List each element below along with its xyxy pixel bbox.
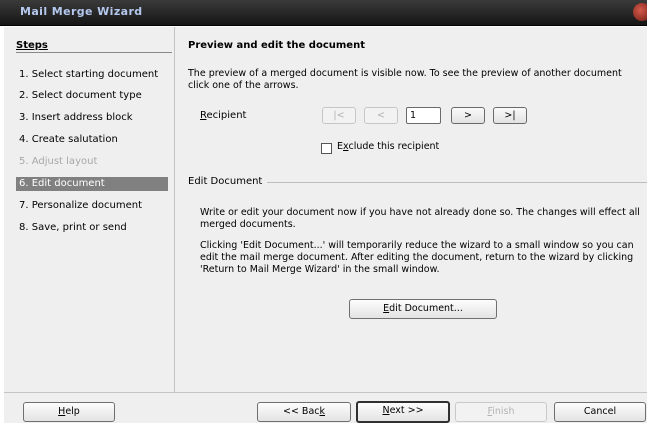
page-title: Preview and edit the document xyxy=(188,40,365,51)
last-recipient-button[interactable]: >| xyxy=(493,107,527,124)
window-title: Mail Merge Wizard xyxy=(20,5,143,18)
edit-section-title: Edit Document xyxy=(188,176,268,187)
step-select-document-type[interactable]: 2. Select document type xyxy=(16,89,168,103)
step-insert-address-block[interactable]: 3. Insert address block xyxy=(16,111,168,125)
previous-recipient-button[interactable]: < xyxy=(364,107,398,124)
back-button[interactable]: << Back xyxy=(257,402,351,422)
step-adjust-layout: 5. Adjust layout xyxy=(19,156,98,167)
edit-description-1: Write or edit your document now if you h… xyxy=(200,207,640,230)
footer-bar: Help << Back Next >> Finish Cancel xyxy=(4,392,647,423)
finish-button[interactable]: Finish xyxy=(455,402,547,422)
steps-pane: Steps 1. Select starting document 2. Sel… xyxy=(4,27,174,392)
main-pane: Preview and edit the document The previe… xyxy=(175,27,647,392)
steps-title: Steps xyxy=(16,40,48,51)
edit-document-button[interactable]: Edit Document... xyxy=(349,299,497,319)
step-personalize-document[interactable]: 7. Personalize document xyxy=(16,199,168,213)
edit-section-rule xyxy=(265,182,647,183)
step-select-starting-document[interactable]: 1. Select starting document xyxy=(16,68,168,82)
exclude-recipient-label: Exclude this recipient xyxy=(337,141,440,152)
window-titlebar: Mail Merge Wizard xyxy=(0,0,647,26)
next-recipient-button[interactable]: > xyxy=(451,107,485,124)
cancel-button[interactable]: Cancel xyxy=(554,402,646,422)
recipient-number-field[interactable]: 1 xyxy=(406,107,441,124)
help-button[interactable]: Help xyxy=(23,402,115,422)
next-button[interactable]: Next >> xyxy=(356,401,450,423)
exclude-recipient-checkbox[interactable] xyxy=(321,143,332,154)
step-save-print-send[interactable]: 8. Save, print or send xyxy=(16,221,168,235)
step-edit-document[interactable]: 6. Edit document xyxy=(16,177,168,191)
steps-divider xyxy=(16,52,172,53)
preview-description: The preview of a merged document is visi… xyxy=(188,68,622,91)
step-create-salutation[interactable]: 4. Create salutation xyxy=(16,133,168,147)
close-icon[interactable] xyxy=(633,3,647,21)
edit-description-2: Clicking 'Edit Document...' will tempora… xyxy=(200,240,634,275)
recipient-label: Recipient xyxy=(200,110,247,121)
first-recipient-button[interactable]: |< xyxy=(322,107,356,124)
wizard-window: Steps 1. Select starting document 2. Sel… xyxy=(4,27,647,423)
